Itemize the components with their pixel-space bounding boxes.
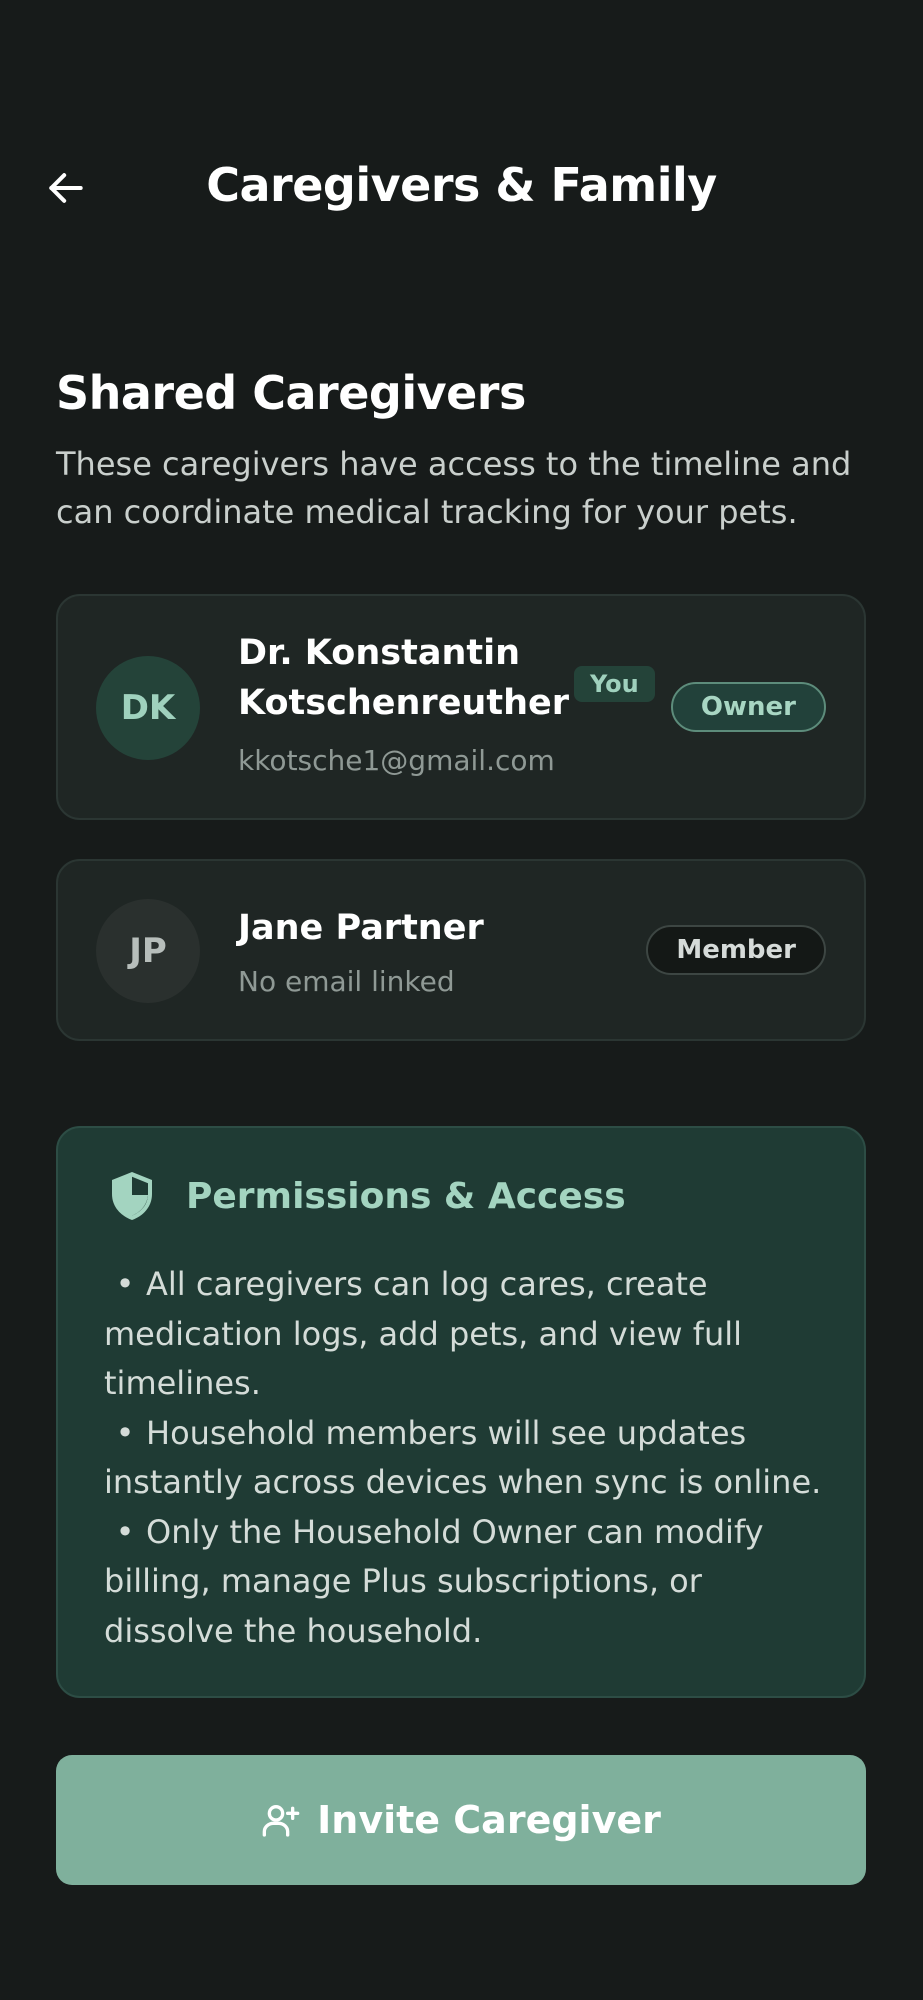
permission-item: Only the Household Owner can modify bill… [104, 1508, 834, 1657]
permission-item: All caregivers can log cares, create med… [104, 1260, 834, 1409]
permissions-list: All caregivers can log cares, create med… [104, 1260, 834, 1656]
permissions-title: Permissions & Access [186, 1175, 626, 1217]
caregiver-name: Dr. Konstantin Kotschenreuther [238, 633, 569, 723]
avatar: DK [96, 656, 200, 760]
top-app-bar: Caregivers & Family [0, 140, 923, 230]
you-badge: You [574, 666, 655, 702]
section-subtitle: These caregivers have access to the time… [56, 445, 852, 531]
caregiver-card-owner[interactable]: DK Dr. Konstantin Kotschenreuther You kk… [56, 594, 866, 820]
invite-button-label: Invite Caregiver [317, 1798, 661, 1842]
section-title: Shared Caregivers [56, 366, 526, 420]
permissions-header: Permissions & Access [108, 1170, 626, 1222]
caregiver-name: Jane Partner [238, 908, 484, 948]
caregiver-email: kkotsche1@gmail.com [238, 744, 555, 777]
avatar: JP [96, 899, 200, 1003]
caregiver-card-member[interactable]: JP Jane Partner No email linked Member [56, 859, 866, 1041]
caregiver-email: No email linked [238, 965, 455, 998]
permission-item: Household members will see updates insta… [104, 1409, 834, 1508]
page-title: Caregivers & Family [206, 158, 717, 212]
shield-icon [112, 1172, 152, 1220]
permissions-panel: Permissions & Access All caregivers can … [56, 1126, 866, 1698]
role-badge-owner: Owner [670, 682, 826, 732]
user-plus-icon [262, 1805, 300, 1837]
invite-caregiver-button[interactable]: Invite Caregiver [56, 1755, 866, 1885]
role-badge-member: Member [646, 925, 826, 975]
